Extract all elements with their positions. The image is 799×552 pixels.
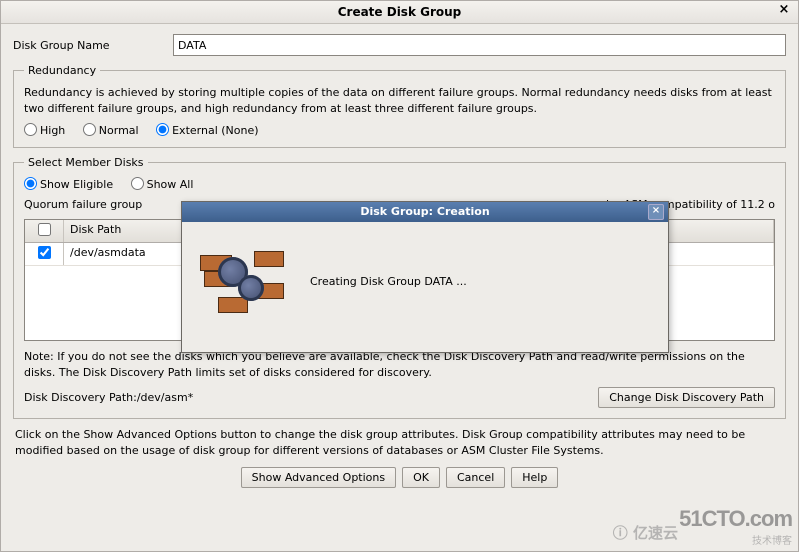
select-all-checkbox[interactable] [38, 223, 51, 236]
dialog-close-button[interactable]: × [648, 204, 664, 220]
show-eligible-radio[interactable] [24, 177, 37, 190]
footer-buttons: Show Advanced Options OK Cancel Help [13, 467, 786, 488]
disk-group-name-row: Disk Group Name [13, 34, 786, 56]
redundancy-legend: Redundancy [24, 64, 100, 77]
redundancy-external-option[interactable]: External (None) [156, 124, 258, 137]
redundancy-description: Redundancy is achieved by storing multip… [24, 85, 775, 117]
show-all-option[interactable]: Show All [131, 178, 194, 191]
show-all-radio[interactable] [131, 177, 144, 190]
disk-table-header-check[interactable] [25, 220, 64, 242]
watermark-left: ⓘ 亿速云 [613, 522, 678, 543]
discovery-note: Note: If you do not see the disks which … [24, 349, 775, 381]
show-advanced-options-button[interactable]: Show Advanced Options [241, 467, 396, 488]
redundancy-normal-option[interactable]: Normal [83, 124, 139, 137]
redundancy-external-radio[interactable] [156, 123, 169, 136]
redundancy-fieldset: Redundancy Redundancy is achieved by sto… [13, 64, 786, 148]
cancel-button[interactable]: Cancel [446, 467, 505, 488]
row-checkbox[interactable] [38, 246, 51, 259]
redundancy-high-option[interactable]: High [24, 124, 65, 137]
redundancy-high-radio[interactable] [24, 123, 37, 136]
gears-icon [200, 245, 284, 317]
dialog-body: Creating Disk Group DATA ... [182, 222, 668, 352]
change-discovery-path-button[interactable]: Change Disk Discovery Path [598, 387, 775, 408]
member-show-row: Show Eligible Show All [24, 177, 775, 191]
footer-text: Click on the Show Advanced Options butto… [15, 427, 784, 459]
window-title: Create Disk Group [338, 5, 462, 19]
redundancy-radio-row: High Normal External (None) [24, 123, 775, 137]
row-check-cell[interactable] [25, 243, 64, 265]
disk-group-name-label: Disk Group Name [13, 39, 173, 52]
redundancy-normal-radio[interactable] [83, 123, 96, 136]
dialog-title: Disk Group: Creation [360, 205, 489, 218]
creation-progress-dialog: Disk Group: Creation × Creating Disk Gro… [181, 201, 669, 353]
discovery-path-row: Disk Discovery Path:/dev/asm* Change Dis… [24, 387, 775, 408]
watermark-right: 51CTO.com 技术博客 [679, 506, 792, 547]
member-disks-legend: Select Member Disks [24, 156, 148, 169]
titlebar: Create Disk Group × [1, 1, 798, 24]
ok-button[interactable]: OK [402, 467, 440, 488]
dialog-titlebar: Disk Group: Creation × [182, 202, 668, 222]
dialog-message: Creating Disk Group DATA ... [310, 275, 650, 288]
disk-group-name-input[interactable] [173, 34, 786, 56]
show-eligible-option[interactable]: Show Eligible [24, 178, 113, 191]
help-button[interactable]: Help [511, 467, 558, 488]
main-window: Create Disk Group × Disk Group Name Redu… [0, 0, 799, 552]
discovery-path-text: Disk Discovery Path:/dev/asm* [24, 391, 193, 404]
window-close-button[interactable]: × [776, 3, 792, 19]
